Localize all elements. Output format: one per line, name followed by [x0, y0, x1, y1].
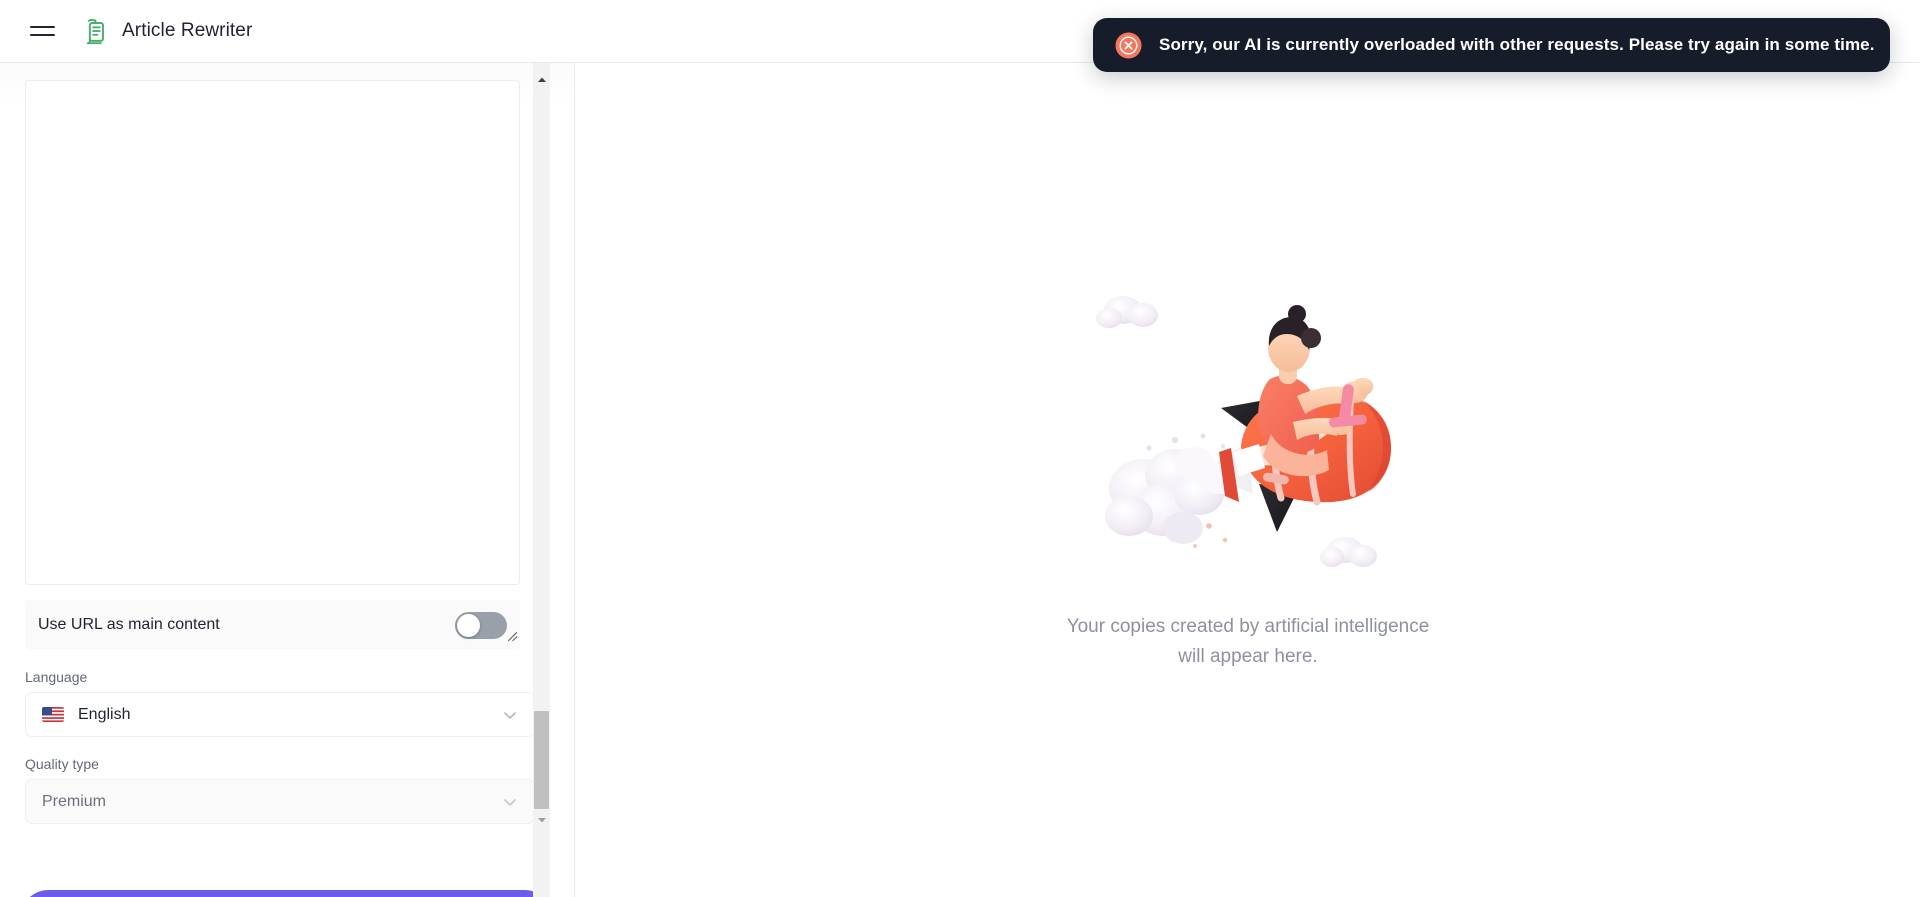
left-form-inner: Use URL as main content Language English [0, 63, 545, 897]
scroll-up-glyph [537, 77, 546, 82]
rocket-person-illustration [1096, 296, 1391, 567]
scroll-down-glyph [537, 817, 546, 822]
scroll-down-arrow-icon[interactable] [533, 811, 550, 828]
page-title: Article Rewriter [122, 20, 253, 41]
toast-message: Sorry, our AI is currently overloaded wi… [1159, 35, 1875, 54]
app-root: Article Rewriter Sorry, our AI is curren… [0, 0, 1920, 897]
quality-type-label: Quality type [25, 756, 99, 772]
quality-type-value: Premium [42, 792, 107, 810]
cloud-bottom-right [1320, 537, 1377, 567]
output-panel: Your copies created by artificial intell… [576, 63, 1920, 897]
article-input-textarea[interactable] [25, 80, 520, 585]
exhaust-cloud [1105, 447, 1237, 544]
hamburger-bar [30, 34, 55, 36]
language-value: English [78, 705, 131, 723]
chevron-down-icon [504, 711, 516, 719]
left-form-panel: Use URL as main content Language English [0, 63, 575, 897]
use-url-toggle[interactable] [455, 611, 507, 639]
language-select[interactable]: English [25, 692, 535, 737]
use-url-label: Use URL as main content [38, 616, 220, 633]
cloud-top-left [1096, 296, 1158, 328]
error-toast[interactable]: Sorry, our AI is currently overloaded wi… [1093, 18, 1890, 72]
language-label: Language [25, 669, 88, 685]
us-flag-icon [42, 707, 64, 722]
left-panel-scrollbar[interactable] [533, 63, 550, 897]
empty-state-line-2: will appear here. [1178, 646, 1318, 667]
use-url-toggle-row: Use URL as main content [25, 600, 520, 650]
article-rewriter-logo-icon [86, 18, 104, 45]
hamburger-bar [30, 26, 55, 28]
hamburger-icon[interactable] [30, 17, 58, 45]
quality-type-select[interactable]: Premium [25, 779, 535, 824]
scroll-up-arrow-icon[interactable] [533, 71, 550, 88]
brand-logo-link[interactable]: Article Rewriter [80, 16, 252, 46]
chevron-down-icon [504, 798, 516, 806]
scrollbar-thumb[interactable] [534, 711, 549, 809]
error-circle-x-icon [1115, 31, 1142, 59]
toggle-knob [457, 613, 480, 637]
empty-state-text: Your copies created by artificial intell… [1067, 612, 1430, 672]
generate-button[interactable]: Generate [20, 890, 553, 897]
empty-state-line-1: Your copies created by artificial intell… [1066, 616, 1430, 637]
